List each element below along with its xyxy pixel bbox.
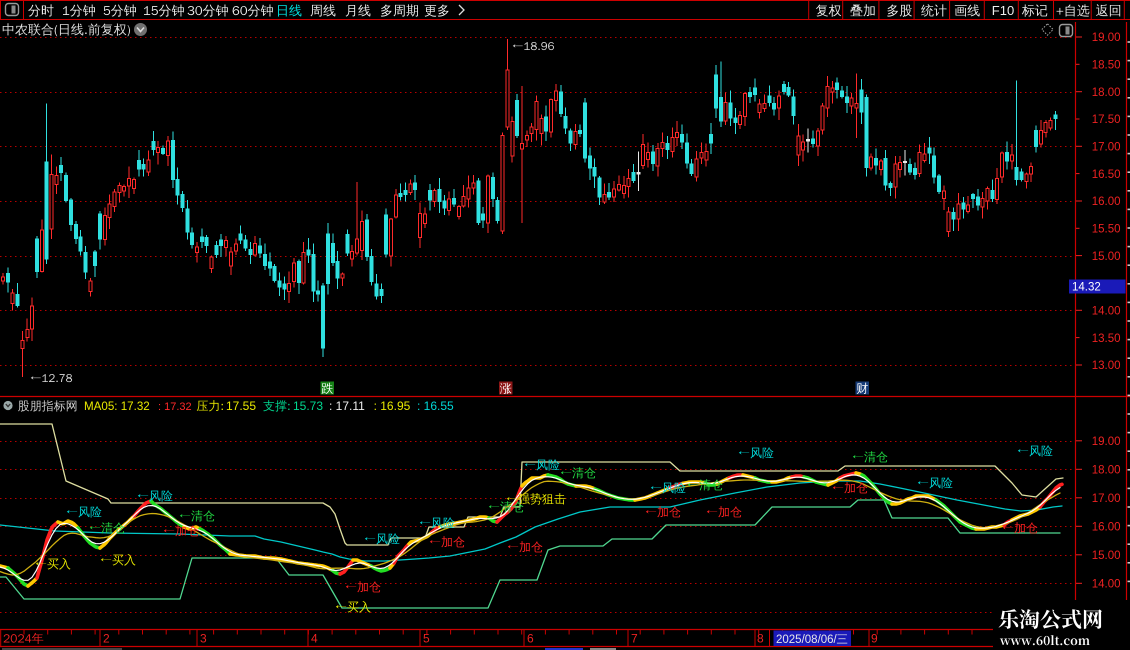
svg-text:: 16.55: : 16.55	[417, 399, 454, 413]
svg-text:13.00: 13.00	[1092, 360, 1121, 372]
svg-text:19.00: 19.00	[1092, 436, 1121, 448]
svg-text:19.00: 19.00	[1092, 32, 1121, 44]
svg-text:4: 4	[311, 632, 318, 646]
svg-text:6: 6	[527, 632, 534, 646]
svg-text:: 17.32: : 17.32	[158, 401, 192, 413]
svg-text:3: 3	[200, 632, 207, 646]
svg-text:F10: F10	[992, 3, 1014, 18]
svg-text:17.00: 17.00	[1092, 142, 1121, 154]
svg-text:17.50: 17.50	[1092, 114, 1121, 126]
svg-text:18.00: 18.00	[1092, 465, 1121, 477]
svg-text:15.73: 15.73	[293, 399, 323, 413]
svg-text:17.00: 17.00	[1092, 493, 1121, 505]
svg-text:13.50: 13.50	[1092, 333, 1121, 345]
svg-text:15.50: 15.50	[1092, 224, 1121, 236]
svg-text:14.00: 14.00	[1092, 306, 1121, 318]
svg-text:14.32: 14.32	[1072, 282, 1101, 294]
svg-text:18.50: 18.50	[1092, 60, 1121, 72]
svg-text:15.00: 15.00	[1092, 550, 1121, 562]
svg-text:18.00: 18.00	[1092, 87, 1121, 99]
svg-text:2: 2	[103, 632, 110, 646]
svg-text:MA05: 17.32: MA05: 17.32	[84, 400, 150, 413]
svg-text:: 16.95: : 16.95	[374, 399, 411, 413]
svg-text:15.00: 15.00	[1092, 251, 1121, 263]
svg-text:7: 7	[631, 632, 638, 646]
svg-text:17.55: 17.55	[226, 399, 256, 413]
svg-text:16.50: 16.50	[1092, 169, 1121, 181]
svg-text:9: 9	[871, 632, 878, 646]
svg-text:8: 8	[757, 632, 764, 646]
svg-text:: 17.11: : 17.11	[329, 399, 365, 413]
svg-text:16.00: 16.00	[1092, 522, 1121, 534]
svg-text:16.00: 16.00	[1092, 196, 1121, 208]
svg-text:5: 5	[423, 632, 430, 646]
svg-text:14.00: 14.00	[1092, 579, 1121, 591]
svg-text:2025/08/06/: 2025/08/06/	[776, 634, 838, 646]
